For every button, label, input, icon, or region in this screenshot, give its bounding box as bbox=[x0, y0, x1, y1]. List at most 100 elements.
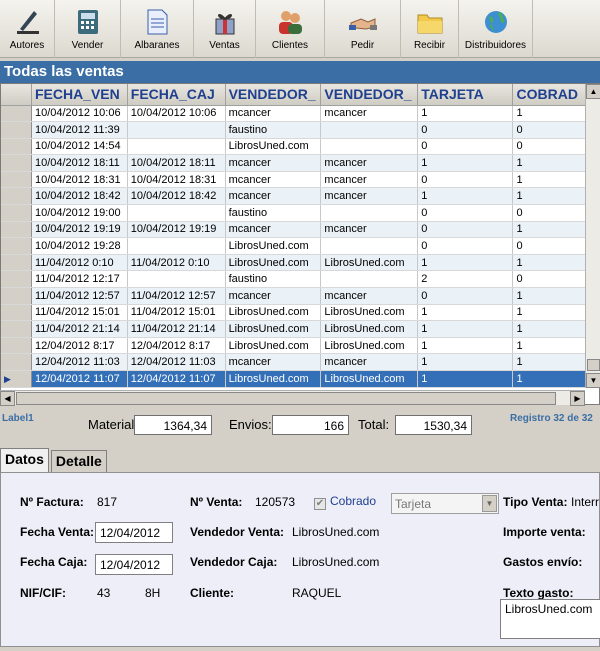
table-cell[interactable]: mcancer bbox=[320, 187, 419, 206]
table-cell[interactable]: LibrosUned.com bbox=[320, 337, 419, 355]
toolbar-distribuidores-button[interactable]: Distribuidores bbox=[459, 0, 533, 58]
table-row[interactable]: 11/04/2012 15:01 11/04/2012 15:01 LibrosUn… bbox=[1, 304, 599, 322]
row-header[interactable] bbox=[1, 353, 32, 371]
table-cell[interactable]: mcancer bbox=[320, 154, 419, 172]
row-header[interactable] bbox=[1, 105, 32, 123]
table-row[interactable]: 10/04/2012 11:39 faustino 0 0 bbox=[1, 121, 599, 139]
scroll-up-icon[interactable]: ▲ bbox=[586, 84, 600, 99]
table-cell[interactable]: LibrosUned.com bbox=[225, 337, 322, 355]
table-cell[interactable]: 10/04/2012 18:31 bbox=[127, 171, 226, 189]
table-cell[interactable]: 0 bbox=[417, 287, 514, 305]
table-cell[interactable]: LibrosUned.com bbox=[225, 254, 322, 272]
table-cell[interactable]: mcancer bbox=[320, 171, 419, 189]
row-header[interactable] bbox=[1, 320, 32, 338]
tab-datos[interactable]: Datos bbox=[0, 448, 49, 472]
row-header[interactable] bbox=[1, 121, 32, 139]
table-cell[interactable]: LibrosUned.com bbox=[320, 304, 419, 322]
column-header[interactable]: VENDEDOR_ bbox=[320, 84, 419, 106]
row-header[interactable]: ▶ bbox=[1, 370, 32, 388]
row-header[interactable] bbox=[1, 254, 32, 272]
toolbar-ventas-button[interactable]: Ventas bbox=[194, 0, 256, 58]
table-cell[interactable]: 0 bbox=[417, 221, 514, 239]
table-cell[interactable]: 1 bbox=[417, 304, 514, 322]
table-cell[interactable]: faustino bbox=[225, 270, 322, 289]
row-header[interactable] bbox=[1, 138, 32, 156]
table-cell[interactable]: LibrosUned.com bbox=[225, 370, 322, 388]
table-cell[interactable]: 0 bbox=[417, 121, 514, 139]
table-cell[interactable]: 10/04/2012 18:11 bbox=[127, 154, 226, 172]
table-cell[interactable]: LibrosUned.com bbox=[225, 237, 322, 255]
table-cell[interactable]: 10/04/2012 11:39 bbox=[31, 121, 128, 139]
table-row[interactable]: 10/04/2012 18:31 10/04/2012 18:31 mcancer m… bbox=[1, 171, 599, 189]
table-cell[interactable]: 11/04/2012 21:14 bbox=[31, 320, 128, 338]
table-cell[interactable]: LibrosUned.com bbox=[225, 138, 322, 156]
column-header[interactable]: FECHA_VEN bbox=[31, 84, 128, 106]
row-header[interactable] bbox=[1, 187, 32, 206]
column-header[interactable]: TARJETA bbox=[417, 84, 514, 106]
table-cell[interactable]: 12/04/2012 8:17 bbox=[127, 337, 226, 355]
table-cell[interactable]: 1 bbox=[417, 254, 514, 272]
cobrado-checkbox[interactable]: ✔ Cobrado bbox=[314, 494, 376, 510]
table-cell[interactable]: 12/04/2012 11:07 bbox=[127, 370, 226, 388]
table-cell[interactable] bbox=[127, 204, 226, 222]
table-cell[interactable]: 12/04/2012 11:03 bbox=[31, 353, 128, 371]
table-row[interactable]: 10/04/2012 10:06 10/04/2012 10:06 mcancer m… bbox=[1, 105, 599, 123]
table-cell[interactable]: 12/04/2012 8:17 bbox=[31, 337, 128, 355]
table-cell[interactable]: 10/04/2012 19:28 bbox=[31, 237, 128, 255]
toolbar-pedir-button[interactable]: Pedir bbox=[325, 0, 401, 58]
table-cell[interactable]: 11/04/2012 0:10 bbox=[31, 254, 128, 272]
table-cell[interactable]: 10/04/2012 10:06 bbox=[31, 105, 128, 123]
fecha-caja-field[interactable]: 12/04/2012 bbox=[95, 554, 173, 575]
table-cell[interactable] bbox=[320, 237, 419, 255]
toolbar-vender-button[interactable]: Vender bbox=[55, 0, 121, 58]
row-header[interactable] bbox=[1, 337, 32, 355]
envios-field[interactable]: 166 bbox=[272, 415, 349, 435]
table-cell[interactable]: 1 bbox=[417, 105, 514, 123]
table-row[interactable]: 11/04/2012 21:14 11/04/2012 21:14 LibrosUn… bbox=[1, 320, 599, 338]
table-cell[interactable]: 0 bbox=[417, 237, 514, 255]
table-cell[interactable]: mcancer bbox=[320, 353, 419, 371]
table-row[interactable]: 10/04/2012 18:11 10/04/2012 18:11 mcancer m… bbox=[1, 154, 599, 172]
table-cell[interactable]: 10/04/2012 18:11 bbox=[31, 154, 128, 172]
table-cell[interactable]: mcancer bbox=[225, 171, 322, 189]
tab-detalle[interactable]: Detalle bbox=[50, 450, 107, 472]
table-cell[interactable]: 11/04/2012 21:14 bbox=[127, 320, 226, 338]
table-row[interactable]: 11/04/2012 0:10 11/04/2012 0:10 LibrosUned… bbox=[1, 254, 599, 272]
column-header[interactable]: VENDEDOR_ bbox=[225, 84, 322, 106]
scroll-down-icon[interactable]: ▼ bbox=[586, 373, 600, 388]
table-cell[interactable]: faustino bbox=[225, 121, 322, 139]
table-cell[interactable] bbox=[127, 270, 226, 289]
table-cell[interactable]: LibrosUned.com bbox=[225, 304, 322, 322]
payment-method-select[interactable]: Tarjeta ▼ bbox=[391, 493, 499, 514]
table-cell[interactable]: 1 bbox=[417, 320, 514, 338]
toolbar-autores-button[interactable]: Autores bbox=[0, 0, 55, 58]
table-cell[interactable]: 0 bbox=[417, 204, 514, 222]
table-cell[interactable]: 12/04/2012 11:03 bbox=[127, 353, 226, 371]
table-cell[interactable] bbox=[320, 204, 419, 222]
table-row[interactable]: ▶ 12/04/2012 11:07 12/04/2012 11:07 LibrosU… bbox=[1, 370, 599, 388]
scroll-right-icon[interactable]: ▶ bbox=[570, 391, 585, 406]
table-cell[interactable]: 1 bbox=[417, 337, 514, 355]
table-cell[interactable]: mcancer bbox=[225, 287, 322, 305]
column-header[interactable]: FECHA_CAJ bbox=[127, 84, 226, 106]
table-cell[interactable]: mcancer bbox=[320, 287, 419, 305]
table-cell[interactable] bbox=[320, 138, 419, 156]
texto-gasto-field[interactable]: LibrosUned.com bbox=[500, 599, 600, 639]
table-row[interactable]: 10/04/2012 14:54 LibrosUned.com 0 0 bbox=[1, 138, 599, 156]
table-cell[interactable]: mcancer bbox=[225, 105, 322, 123]
table-cell[interactable]: 2 bbox=[417, 270, 514, 289]
table-cell[interactable]: LibrosUned.com bbox=[320, 370, 419, 388]
table-cell[interactable]: 1 bbox=[417, 187, 514, 206]
table-cell[interactable]: 10/04/2012 19:00 bbox=[31, 204, 128, 222]
scroll-left-icon[interactable]: ◀ bbox=[0, 391, 15, 406]
material-field[interactable]: 1364,34 bbox=[134, 415, 212, 435]
table-cell[interactable]: 1 bbox=[417, 353, 514, 371]
horizontal-scrollbar[interactable]: ◀ ▶ bbox=[0, 390, 585, 406]
table-cell[interactable]: 11/04/2012 12:17 bbox=[31, 270, 128, 289]
table-cell[interactable] bbox=[320, 270, 419, 289]
toolbar-recibir-button[interactable]: Recibir bbox=[401, 0, 459, 58]
table-cell[interactable]: mcancer bbox=[320, 105, 419, 123]
row-header[interactable] bbox=[1, 287, 32, 305]
table-cell[interactable]: 11/04/2012 12:57 bbox=[31, 287, 128, 305]
table-cell[interactable]: 0 bbox=[417, 138, 514, 156]
